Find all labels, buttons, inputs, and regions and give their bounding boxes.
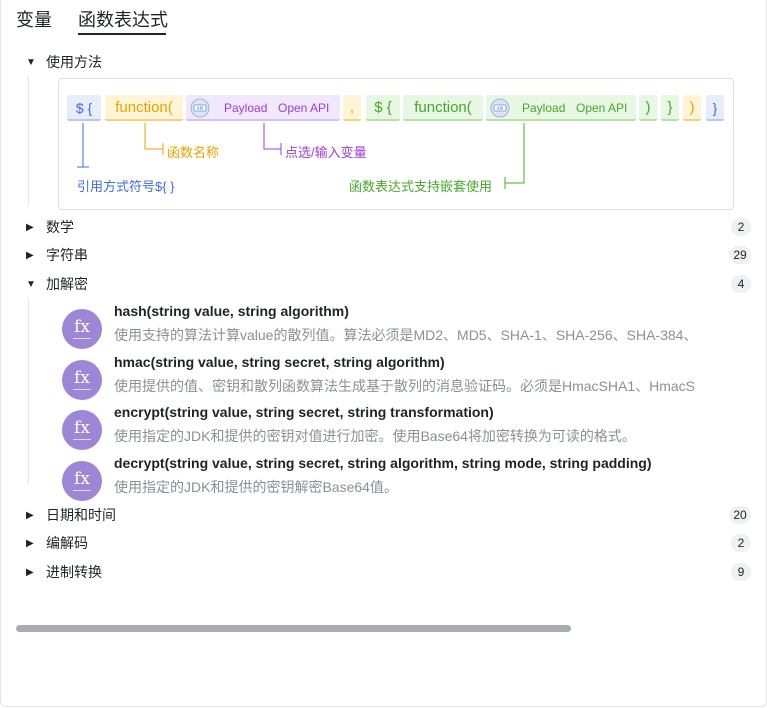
fx-icon: fx (62, 410, 102, 450)
function-description: 使用指定的JDK和提供的密钥解密Base64值。 (114, 479, 398, 495)
category-label: 加解密 (46, 276, 88, 292)
caret-down-icon: ▼ (26, 56, 36, 68)
annotation-reference-symbol: 引用方式符号${ } (77, 179, 175, 194)
tab-variables[interactable]: 变量 (16, 6, 52, 32)
caret-right-icon: ▶ (26, 221, 34, 233)
count-badge: 9 (731, 563, 751, 581)
category-datetime[interactable]: ▶ 日期和时间 (26, 504, 116, 526)
function-item-hmac[interactable]: fx hmac(string value, string secret, str… (62, 354, 767, 402)
caret-down-icon: ▼ (26, 278, 36, 290)
count-badge: 2 (731, 534, 751, 552)
caret-right-icon: ▶ (26, 537, 34, 549)
tab-bar: 变量 函数表达式 (0, 0, 767, 40)
annotation-select-variable: 点选/输入变量 (285, 145, 367, 160)
category-math[interactable]: ▶ 数学 (26, 216, 74, 238)
count-badge: 29 (729, 246, 751, 264)
caret-right-icon: ▶ (26, 249, 34, 261)
category-label: 数学 (46, 219, 74, 235)
caret-right-icon: ▶ (26, 509, 34, 521)
section-usage[interactable]: ▼ 使用方法 (26, 51, 102, 73)
function-description: 使用提供的值、密钥和散列函数算法生成基于散列的消息验证码。必须是HmacSHA1… (114, 378, 696, 394)
function-item-decrypt[interactable]: fx decrypt(string value, string secret, … (62, 455, 767, 503)
tab-function-expression[interactable]: 函数表达式 (78, 6, 168, 32)
tree-guide-line (28, 76, 29, 206)
category-crypto[interactable]: ▼ 加解密 (26, 273, 88, 295)
function-description: 使用支持的算法计算value的散列值。算法必须是MD2、MD5、SHA-1、SH… (114, 327, 698, 343)
function-signature: decrypt(string value, string secret, str… (114, 455, 652, 471)
category-label: 日期和时间 (46, 507, 116, 523)
count-badge: 20 (729, 506, 751, 524)
usage-diagram: $ { function( API Payload Open API , $ {… (58, 78, 734, 210)
section-usage-label: 使用方法 (46, 54, 102, 70)
function-signature: hmac(string value, string secret, string… (114, 354, 445, 370)
tree-guide-line (28, 298, 29, 484)
annotation-function-name: 函数名称 (167, 145, 220, 160)
category-string[interactable]: ▶ 字符串 (26, 244, 88, 266)
fx-icon: fx (62, 461, 102, 501)
fx-icon: fx (62, 360, 102, 400)
category-label: 进制转换 (46, 564, 102, 580)
function-signature: hash(string value, string algorithm) (114, 303, 349, 319)
function-item-encrypt[interactable]: fx encrypt(string value, string secret, … (62, 404, 767, 452)
annotation-nesting: 函数表达式支持嵌套使用 (349, 179, 493, 194)
count-badge: 4 (731, 275, 751, 293)
category-codec[interactable]: ▶ 编解码 (26, 532, 88, 554)
category-label: 字符串 (46, 247, 88, 263)
function-item-hash[interactable]: fx hash(string value, string algorithm) … (62, 303, 767, 351)
category-base-conversion[interactable]: ▶ 进制转换 (26, 561, 102, 583)
count-badge: 2 (731, 218, 751, 236)
caret-right-icon: ▶ (26, 566, 34, 578)
category-label: 编解码 (46, 535, 88, 551)
function-description: 使用指定的JDK和提供的密钥对值进行加密。使用Base64将加密转换为可读的格式… (114, 428, 636, 444)
active-tab-indicator (78, 33, 166, 35)
fx-icon: fx (62, 309, 102, 349)
function-signature: encrypt(string value, string secret, str… (114, 404, 494, 420)
horizontal-scrollbar[interactable] (16, 625, 571, 632)
